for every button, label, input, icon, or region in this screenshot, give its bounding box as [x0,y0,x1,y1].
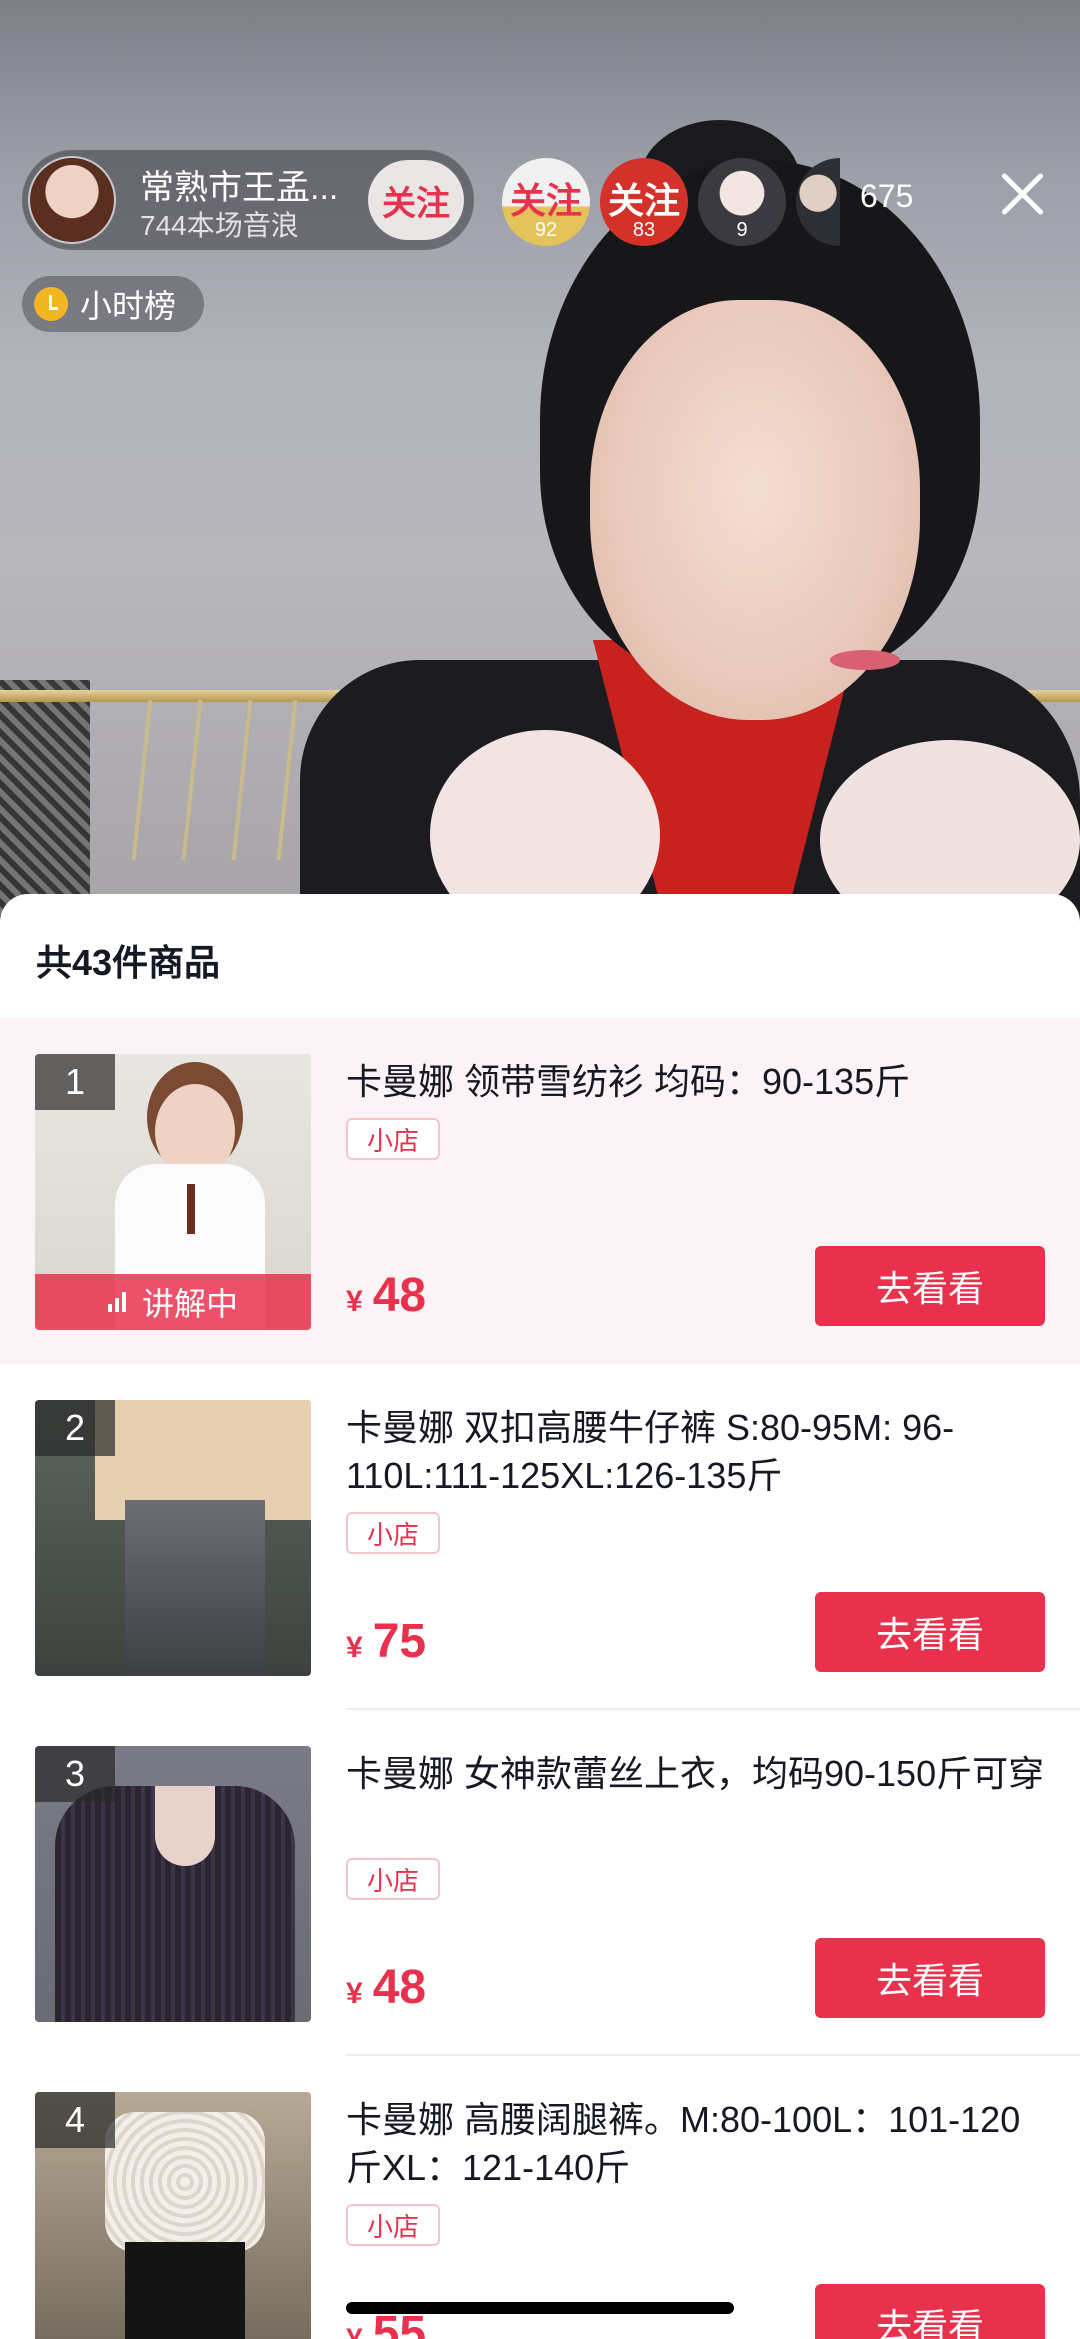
product-thumbnail[interactable]: 4 [35,2092,311,2339]
anchor-avatar[interactable] [28,156,116,244]
shop-tag: 小店 [346,1512,440,1554]
hourly-rank-button[interactable]: 小时榜 [22,276,204,332]
viewer-badge: 9 [736,219,748,241]
view-product-button[interactable]: 去看看 [815,1938,1045,2018]
product-price: ¥48 [346,1269,427,1322]
close-icon[interactable] [996,168,1048,220]
view-product-button[interactable]: 去看看 [815,2284,1045,2339]
product-list-sheet: 共43件商品 1 讲解中 卡曼娜 领带雪纺衫 均码：90-135斤 小店 ¥48… [0,894,1080,2339]
product-price: ¥48 [346,1961,427,2014]
live-video[interactable] [0,0,1080,940]
anchor-name: 常熟市王孟... [140,169,339,207]
product-rank: 1 [35,1054,115,1110]
viewer-follow-label: 关注 [509,180,582,221]
product-title[interactable]: 卡曼娜 女神款蕾丝上衣，均码90-150斤可穿 [346,1750,1046,1798]
explaining-label: 讲解中 [141,1286,238,1322]
product-rank: 2 [35,1400,115,1456]
shop-tag: 小店 [346,1118,440,1160]
viewer-follow-label: 关注 [607,180,680,221]
product-thumbnail[interactable]: 3 [35,1746,311,2022]
product-count-title: 共43件商品 [36,942,221,983]
hourly-rank-label: 小时榜 [80,288,177,324]
viewer-count[interactable]: 675 [860,178,913,215]
product-item[interactable]: 2 卡曼娜 双扣高腰牛仔裤 S:80-95M: 96-110L:111-125X… [0,1364,1080,1710]
anchor-gift-count: 744本场音浪 [140,210,299,241]
product-item[interactable]: 3 卡曼娜 女神款蕾丝上衣，均码90-150斤可穿 小店 ¥48 去看看 [0,1710,1080,2056]
product-item[interactable]: 1 讲解中 卡曼娜 领带雪纺衫 均码：90-135斤 小店 ¥48 去看看 [0,1018,1080,1364]
bars-icon [107,1292,130,1312]
viewer-avatar[interactable]: 关注 83 [600,158,688,246]
shop-tag: 小店 [346,1858,440,1900]
product-title[interactable]: 卡曼娜 双扣高腰牛仔裤 S:80-95M: 96-110L:111-125XL:… [346,1404,1046,1500]
product-title[interactable]: 卡曼娜 高腰阔腿裤。M:80-100L：101-120斤XL：121-140斤 [346,2096,1046,2192]
viewer-avatar[interactable]: 关注 92 [502,158,590,246]
home-indicator[interactable] [346,2302,734,2314]
explaining-badge: 讲解中 [35,1274,311,1330]
follow-button[interactable]: 关注 [368,160,464,240]
view-product-button[interactable]: 去看看 [815,1592,1045,1672]
viewer-avatar[interactable]: 9 [698,158,786,246]
view-product-button[interactable]: 去看看 [815,1246,1045,1326]
viewer-badge: 92 [534,219,558,241]
product-thumbnail[interactable]: 2 [35,1400,311,1676]
product-price: ¥75 [346,1615,427,1668]
product-item[interactable]: 4 卡曼娜 高腰阔腿裤。M:80-100L：101-120斤XL：121-140… [0,2056,1080,2339]
product-thumbnail[interactable]: 1 讲解中 [35,1054,311,1330]
viewer-badge: 83 [632,219,656,241]
product-rank: 4 [35,2092,115,2148]
anchor-info[interactable]: 常熟市王孟... 744本场音浪 关注 [22,150,474,250]
product-title[interactable]: 卡曼娜 领带雪纺衫 均码：90-135斤 [346,1058,1046,1106]
shop-tag: 小店 [346,2204,440,2246]
clock-icon [34,287,68,321]
product-rank: 3 [35,1746,115,1802]
